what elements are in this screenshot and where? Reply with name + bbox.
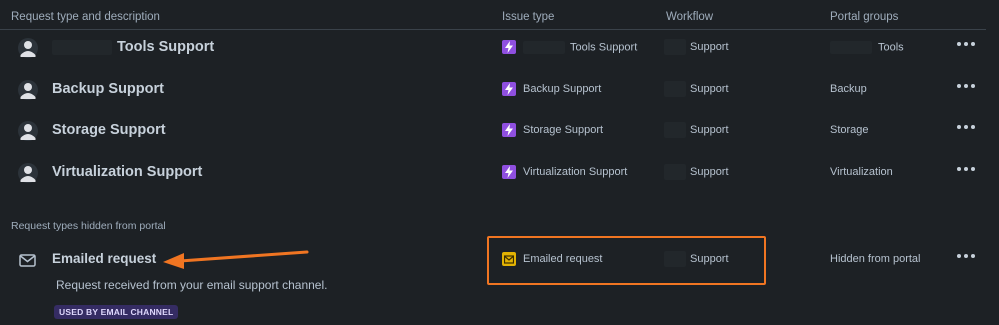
portal-group-label: Backup: [830, 83, 867, 95]
workflow-label: Support: [690, 124, 729, 136]
more-actions-icon[interactable]: [957, 167, 975, 173]
more-actions-icon[interactable]: [957, 254, 975, 260]
workflow-label: Support: [690, 83, 729, 95]
workflow-label: Support: [690, 41, 729, 53]
person-avatar-icon: [17, 37, 39, 59]
col-header-portal-groups: Portal groups: [830, 11, 899, 23]
request-type-name[interactable]: Backup Support: [52, 81, 164, 97]
more-actions-icon[interactable]: [957, 125, 975, 131]
redacted-block: [664, 81, 686, 97]
envelope-icon: [19, 254, 36, 272]
col-header-issue-type: Issue type: [502, 11, 555, 23]
request-type-name[interactable]: Tools Support: [52, 39, 214, 55]
portal-group-label: Hidden from portal: [830, 253, 921, 265]
table-row[interactable]: Tools Support Tools Support Support Tool…: [0, 27, 999, 69]
issue-type-label: Storage Support: [523, 124, 604, 136]
table-row[interactable]: Virtualization Support Virtualization Su…: [0, 152, 999, 194]
workflow-label: Support: [690, 166, 729, 178]
request-type-name[interactable]: Virtualization Support: [52, 164, 202, 180]
table-row[interactable]: Backup Support Backup Support Support Ba…: [0, 69, 999, 111]
issue-type-label: Tools Support: [523, 41, 637, 54]
redacted-block: [523, 41, 565, 54]
issue-type-label: Virtualization Support: [523, 166, 628, 178]
request-type-name[interactable]: Storage Support: [52, 122, 166, 138]
col-header-workflow: Workflow: [666, 11, 714, 23]
lightning-icon: [502, 165, 516, 179]
more-actions-icon[interactable]: [957, 42, 975, 48]
person-avatar-icon: [17, 162, 39, 184]
portal-group-label: Virtualization: [830, 166, 893, 178]
request-type-description: Request received from your email support…: [56, 278, 328, 292]
lightning-icon: [502, 123, 516, 137]
redacted-block: [664, 164, 686, 180]
portal-group-label: Storage: [830, 124, 869, 136]
request-type-name[interactable]: Emailed request: [52, 251, 156, 266]
lightning-icon: [502, 40, 516, 54]
more-actions-icon[interactable]: [957, 84, 975, 90]
redacted-block: [52, 39, 112, 55]
lightning-icon: [502, 82, 516, 96]
annotation-highlight-box: [487, 236, 766, 285]
section-title-hidden: Request types hidden from portal: [11, 220, 166, 232]
redacted-block: [664, 122, 686, 138]
table-row[interactable]: Storage Support Storage Support Support …: [0, 110, 999, 152]
col-header-request-type: Request type and description: [11, 11, 160, 23]
annotation-arrow-icon: [163, 250, 309, 269]
issue-type-label: Backup Support: [523, 83, 602, 95]
person-avatar-icon: [17, 120, 39, 142]
redacted-block: [664, 39, 686, 55]
email-channel-badge: USED BY EMAIL CHANNEL: [54, 305, 179, 319]
redacted-block: [830, 41, 872, 54]
person-avatar-icon: [17, 79, 39, 101]
portal-group-label: Tools: [830, 41, 904, 54]
